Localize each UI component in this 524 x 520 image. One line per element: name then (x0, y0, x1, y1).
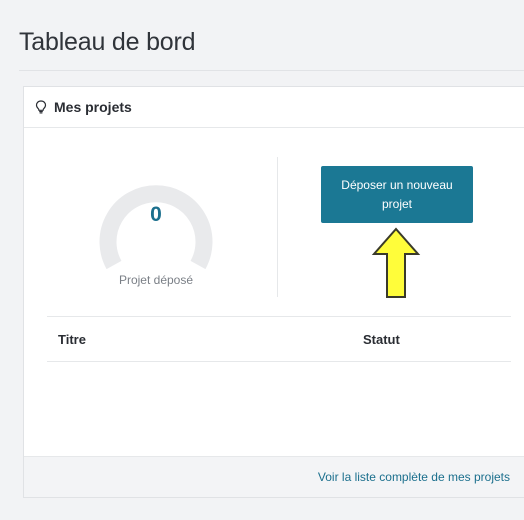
gauge-caption: Projet déposé (118, 273, 194, 287)
card-footer: Voir la liste complète de mes projets (24, 456, 524, 497)
section-divider (277, 157, 278, 297)
title-divider (19, 70, 524, 71)
table-header: Titre Statut (47, 316, 511, 362)
gauge-value: 0 (150, 203, 162, 226)
new-project-button[interactable]: Déposer un nouveau projet (321, 166, 473, 223)
lightbulb-icon (35, 100, 47, 114)
card-header: Mes projets (24, 87, 524, 128)
card-title: Mes projets (54, 99, 132, 115)
projects-card: Mes projets 0 Projet déposé Déposer un n… (23, 86, 524, 498)
up-arrow-icon (371, 227, 421, 298)
column-header-status[interactable]: Statut (363, 332, 400, 347)
column-header-title[interactable]: Titre (58, 332, 86, 347)
page-title: Tableau de bord (19, 28, 196, 56)
view-all-projects-link[interactable]: Voir la liste complète de mes projets (318, 470, 510, 484)
